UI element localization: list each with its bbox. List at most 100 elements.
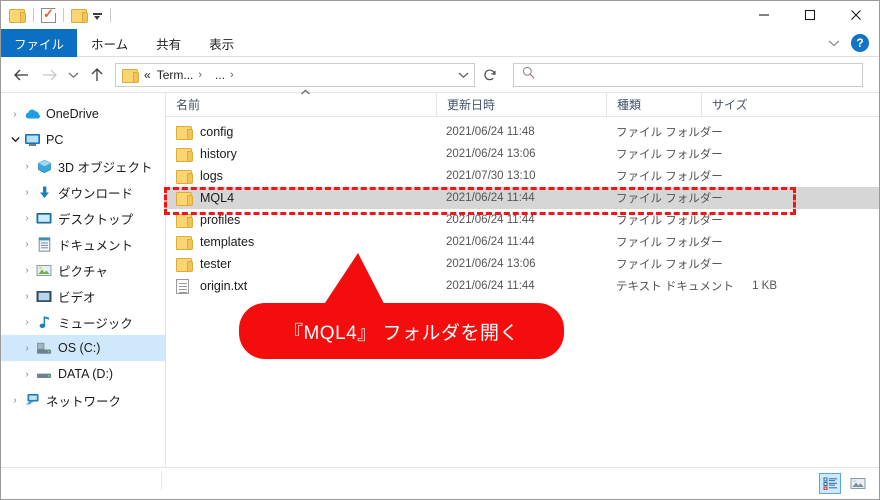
sidebar-item-videos[interactable]: › ビデオ [1, 283, 165, 309]
chevron-right-icon[interactable]: › [19, 213, 35, 224]
chevron-right-icon[interactable]: › [19, 369, 35, 380]
tab-file[interactable]: ファイル [1, 29, 78, 57]
cell-name: templates [166, 235, 436, 250]
chevron-right-icon[interactable]: › [19, 239, 35, 250]
downloads-icon [35, 185, 53, 200]
breadcrumb[interactable]: « Term... › ... › [115, 62, 475, 87]
help-icon[interactable]: ? [851, 34, 869, 52]
details-view-button[interactable] [819, 473, 841, 494]
table-row[interactable]: tester 2021/06/24 13:06 ファイル フォルダー [166, 253, 879, 275]
folder-icon [176, 213, 196, 228]
chevron-right-icon[interactable]: › [7, 109, 23, 120]
sidebar-item-os-c[interactable]: › OS (C:) [1, 335, 165, 361]
table-row[interactable]: profiles 2021/06/24 11:44 ファイル フォルダー [166, 209, 879, 231]
column-header-type[interactable]: 種類 [606, 92, 701, 117]
status-divider [161, 471, 162, 490]
sidebar-item-network[interactable]: › ネットワーク [1, 387, 165, 413]
sidebar-item-label: ミュージック [58, 316, 133, 331]
cell-type: ファイル フォルダー [616, 193, 723, 205]
sidebar-item-3d-objects[interactable]: › 3D オブジェクト [1, 153, 165, 179]
cell-type: テキスト ドキュメント [616, 281, 734, 293]
sidebar-item-downloads[interactable]: › ダウンロード [1, 179, 165, 205]
cell-date: 2021/07/30 13:10 [446, 170, 536, 182]
chevron-right-icon[interactable]: › [19, 187, 35, 198]
folder-icon [176, 191, 196, 206]
customize-dropdown-icon[interactable] [92, 10, 103, 21]
cell-type: ファイル フォルダー [616, 237, 723, 249]
hard-drive-icon [35, 342, 53, 355]
tab-share[interactable]: 共有 [142, 29, 195, 57]
chevron-down-icon[interactable] [7, 135, 23, 146]
table-row[interactable]: templates 2021/06/24 11:44 ファイル フォルダー [166, 231, 879, 253]
close-icon[interactable] [833, 1, 879, 29]
chevron-right-icon[interactable]: › [19, 161, 35, 172]
cell-type: ファイル フォルダー [616, 171, 723, 183]
back-button[interactable] [7, 61, 35, 89]
folder-icon[interactable] [9, 8, 26, 23]
sidebar-item-label: ピクチャ [58, 264, 108, 279]
ribbon-tab-bar: ファイル ホーム 共有 表示 ? [1, 29, 879, 57]
chevron-right-icon[interactable]: › [19, 265, 35, 276]
breadcrumb-dropdown-icon[interactable] [452, 64, 474, 86]
sidebar-item-documents[interactable]: › ドキュメント [1, 231, 165, 257]
search-icon [522, 66, 535, 84]
table-row[interactable]: config 2021/06/24 11:48 ファイル フォルダー [166, 121, 879, 143]
chevron-right-icon[interactable]: › [19, 291, 35, 302]
forward-button[interactable] [35, 61, 63, 89]
chevron-right-icon[interactable]: › [19, 317, 35, 328]
chevron-right-icon[interactable]: › [19, 343, 35, 354]
3d-objects-icon [35, 159, 53, 174]
properties-icon[interactable] [41, 6, 56, 23]
onedrive-cloud-icon [23, 108, 41, 120]
table-row[interactable]: logs 2021/07/30 13:10 ファイル フォルダー [166, 165, 879, 187]
tab-view[interactable]: 表示 [195, 29, 248, 57]
sidebar-item-label: OneDrive [46, 107, 99, 121]
column-header-size[interactable]: サイズ [701, 92, 789, 117]
new-folder-icon[interactable] [71, 8, 88, 23]
cell-name: logs [166, 169, 436, 184]
up-button[interactable] [83, 61, 111, 89]
column-header-date-modified[interactable]: 更新日時 [436, 92, 606, 117]
chevron-down-icon[interactable] [823, 32, 845, 54]
cell-date: 2021/06/24 13:06 [446, 148, 536, 160]
column-header-name[interactable]: 名前 [166, 89, 436, 117]
file-name-label: origin.txt [200, 279, 248, 293]
cell-name: profiles [166, 213, 436, 228]
minimize-icon[interactable] [741, 1, 787, 29]
table-row[interactable]: history 2021/06/24 13:06 ファイル フォルダー [166, 143, 879, 165]
callout-text: 『MQL4』 フォルダを開く [283, 322, 520, 344]
file-name-label: profiles [200, 213, 241, 227]
toolbar-divider [33, 8, 34, 22]
sidebar-item-label: OS (C:) [58, 341, 101, 355]
breadcrumb-segment-current[interactable]: ... [207, 68, 225, 82]
cell-date: 2021/06/24 13:06 [446, 258, 536, 270]
cell-type: ファイル フォルダー [616, 149, 723, 161]
sidebar-item-onedrive[interactable]: › OneDrive [1, 101, 165, 127]
status-bar [1, 467, 879, 499]
tab-home[interactable]: ホーム [77, 29, 142, 57]
table-row[interactable]: origin.txt 2021/06/24 11:44 テキスト ドキュメント … [166, 275, 879, 297]
sidebar-item-data-d[interactable]: › DATA (D:) [1, 361, 165, 387]
chevron-right-icon[interactable]: › [225, 69, 239, 81]
sidebar-item-label: 3D オブジェクト [58, 160, 153, 175]
breadcrumb-overflow[interactable]: « [144, 68, 151, 82]
table-row-mql4[interactable]: MQL4 2021/06/24 11:44 ファイル フォルダー [166, 187, 879, 209]
chevron-right-icon[interactable]: › [7, 395, 23, 406]
sidebar-item-pc[interactable]: PC [1, 127, 165, 153]
cell-name: config [166, 125, 436, 140]
sidebar-item-music[interactable]: › ミュージック [1, 309, 165, 335]
refresh-icon[interactable] [477, 63, 503, 87]
cell-date: 2021/06/24 11:44 [446, 280, 535, 292]
callout-bubble: 『MQL4』 フォルダを開く [239, 303, 564, 359]
breadcrumb-segment-terminal[interactable]: Term... [151, 68, 194, 82]
chevron-right-icon[interactable]: › [193, 69, 207, 81]
search-input[interactable] [513, 62, 863, 87]
sidebar-item-desktop[interactable]: › デスクトップ [1, 205, 165, 231]
recent-locations-button[interactable] [63, 61, 83, 89]
large-icons-view-button[interactable] [847, 473, 869, 494]
quick-access-toolbar [1, 6, 118, 23]
maximize-icon[interactable] [787, 1, 833, 29]
file-name-label: MQL4 [200, 191, 235, 205]
sidebar-item-pictures[interactable]: › ピクチャ [1, 257, 165, 283]
cell-name: tester [166, 257, 436, 272]
